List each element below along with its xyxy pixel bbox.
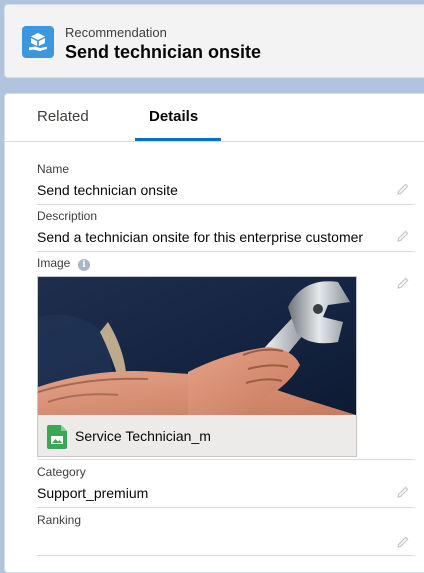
record-header: Recommendation Send technician onsite bbox=[4, 4, 424, 78]
field-label: Name bbox=[37, 162, 70, 176]
tab-related[interactable]: Related bbox=[37, 108, 89, 125]
field-name: Name Send technician onsite bbox=[37, 162, 415, 205]
technician-wrench-photo bbox=[38, 277, 356, 415]
field-description: Description Send a technician onsite for… bbox=[37, 209, 415, 252]
field-label: Image bbox=[37, 256, 71, 270]
image-file-icon bbox=[47, 425, 67, 449]
info-icon[interactable]: i bbox=[78, 259, 90, 271]
pencil-icon[interactable] bbox=[397, 230, 409, 242]
field-value: Send technician onsite bbox=[37, 182, 178, 198]
field-value: Support_premium bbox=[37, 485, 149, 501]
pencil-icon[interactable] bbox=[397, 183, 409, 195]
record-title: Send technician onsite bbox=[65, 42, 262, 62]
pencil-icon[interactable] bbox=[397, 486, 409, 498]
field-label: Description bbox=[37, 209, 98, 223]
recommendation-icon bbox=[22, 26, 54, 58]
tab-bar: Related Details bbox=[5, 94, 424, 142]
file-name: Service Technician_m bbox=[75, 428, 211, 444]
field-ranking: Ranking bbox=[37, 513, 415, 556]
field-category: Category Support_premium bbox=[37, 465, 415, 508]
tab-details[interactable]: Details bbox=[149, 108, 198, 125]
field-label: Category bbox=[37, 465, 86, 479]
details-card: Related Details Name Send technician ons… bbox=[4, 93, 424, 573]
field-image: Image i Service Technician_m bbox=[37, 256, 415, 460]
object-type-label: Recommendation bbox=[65, 25, 167, 40]
active-tab-indicator bbox=[135, 138, 221, 141]
field-label: Ranking bbox=[37, 513, 82, 527]
pencil-icon[interactable] bbox=[397, 277, 409, 289]
image-preview[interactable]: Service Technician_m bbox=[37, 276, 357, 457]
field-value: Send a technician onsite for this enterp… bbox=[37, 229, 364, 245]
file-attachment[interactable]: Service Technician_m bbox=[38, 415, 356, 456]
pencil-icon[interactable] bbox=[397, 536, 409, 548]
